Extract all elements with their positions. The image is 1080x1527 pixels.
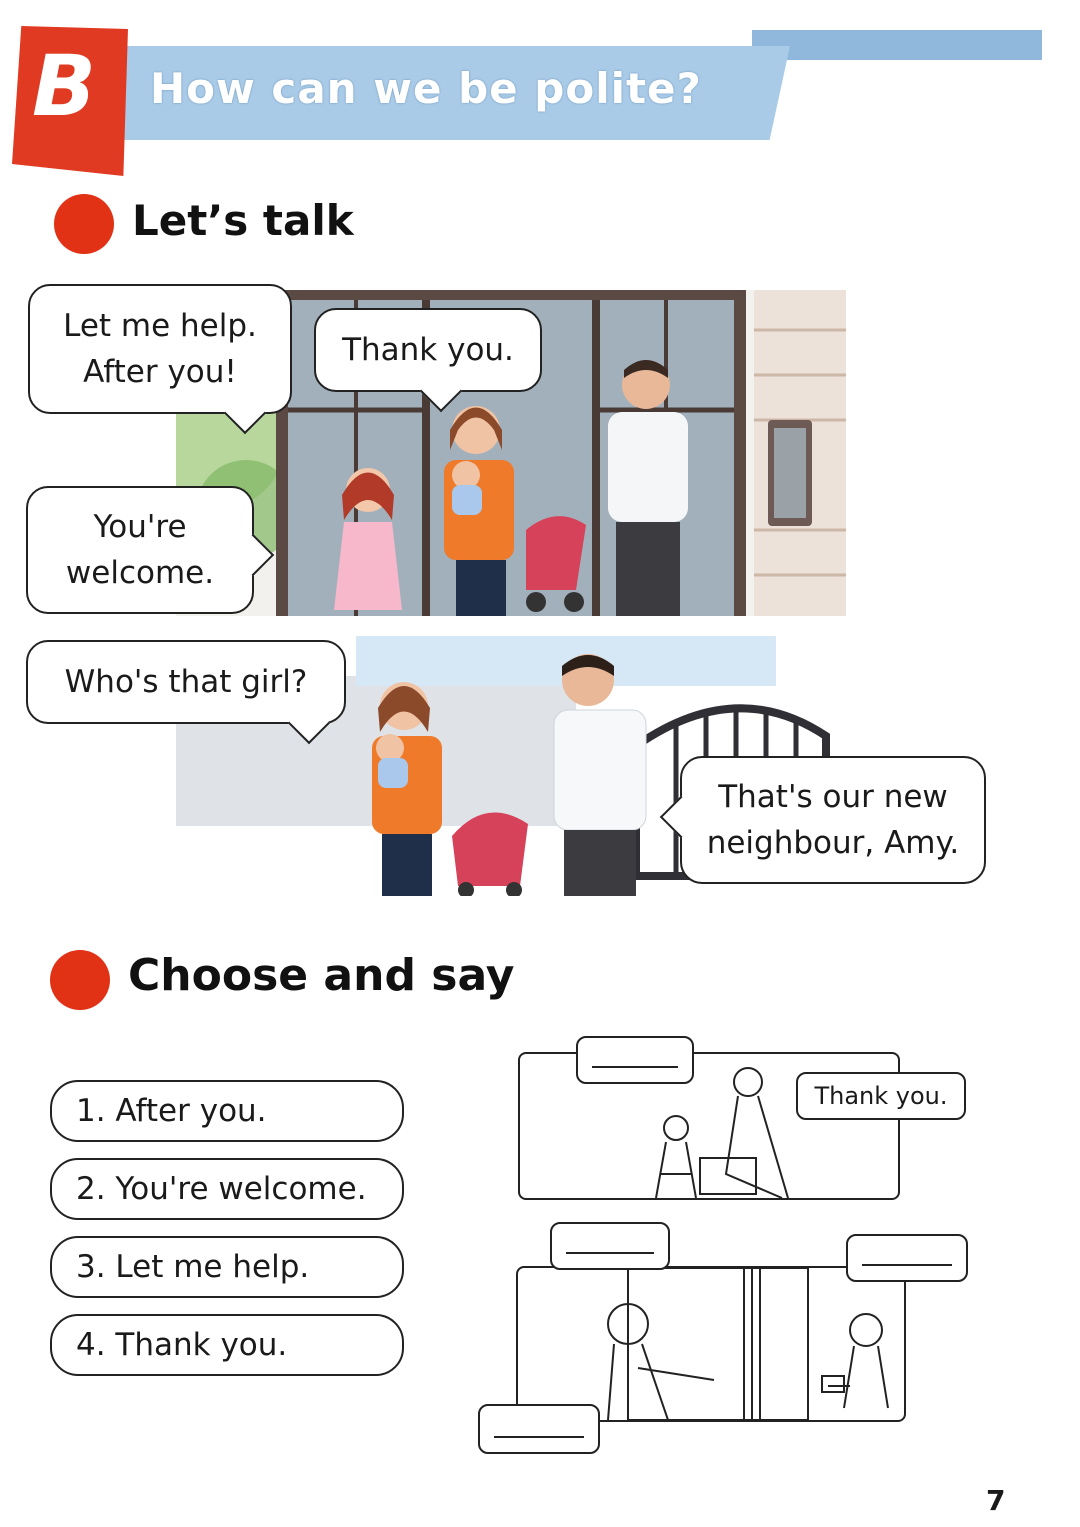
answer-blank-bubble[interactable]	[846, 1234, 968, 1282]
page-number: 7	[986, 1484, 1006, 1517]
section-badge-letter: B	[32, 37, 97, 135]
lesson-title: How can we be polite?	[150, 64, 702, 113]
option-thank-you[interactable]: 4. Thank you.	[50, 1314, 404, 1376]
bubble-line: That's our new	[718, 779, 948, 815]
speech-bubble-mother: Thank you.	[314, 308, 542, 413]
worksheet-bubble-thank-you: Thank you.	[796, 1072, 966, 1120]
blank-line	[591, 1066, 679, 1068]
blank-line	[565, 1252, 655, 1254]
blank-line	[862, 1264, 952, 1266]
speech-bubble-mother-question: Who's that girl?	[26, 640, 346, 745]
lets-talk-heading: Let’s talk	[132, 196, 354, 245]
bubble-line: neighbour, Amy.	[706, 825, 960, 861]
bubble-line: You're	[93, 509, 187, 545]
header-banner-back	[752, 30, 1042, 60]
bubble-line: Let me help.	[63, 308, 257, 344]
option-after-you[interactable]: 1. After you.	[50, 1080, 404, 1142]
lets-talk-bullet-icon	[54, 194, 114, 254]
speech-bubble-man: You're welcome.	[26, 486, 275, 614]
worksheet-panel-door	[516, 1266, 906, 1422]
choose-and-say-heading: Choose and say	[128, 950, 515, 1001]
choose-and-say-bullet-icon	[50, 950, 110, 1010]
speech-bubble-father: That's our new neighbour, Amy.	[659, 756, 986, 884]
bubble-line: Who's that girl?	[64, 664, 308, 700]
bubble-line: Thank you.	[342, 332, 514, 368]
answer-blank-bubble[interactable]	[550, 1222, 670, 1270]
blank-line	[494, 1436, 584, 1438]
answer-blank-bubble[interactable]	[576, 1036, 694, 1084]
bubble-line: After you!	[83, 354, 237, 390]
option-let-me-help[interactable]: 3. Let me help.	[50, 1236, 404, 1298]
bubble-line: welcome.	[65, 555, 215, 591]
speech-bubble-girl: Let me help. After you!	[28, 284, 292, 435]
answer-blank-bubble[interactable]	[478, 1404, 600, 1454]
option-youre-welcome[interactable]: 2. You're welcome.	[50, 1158, 404, 1220]
